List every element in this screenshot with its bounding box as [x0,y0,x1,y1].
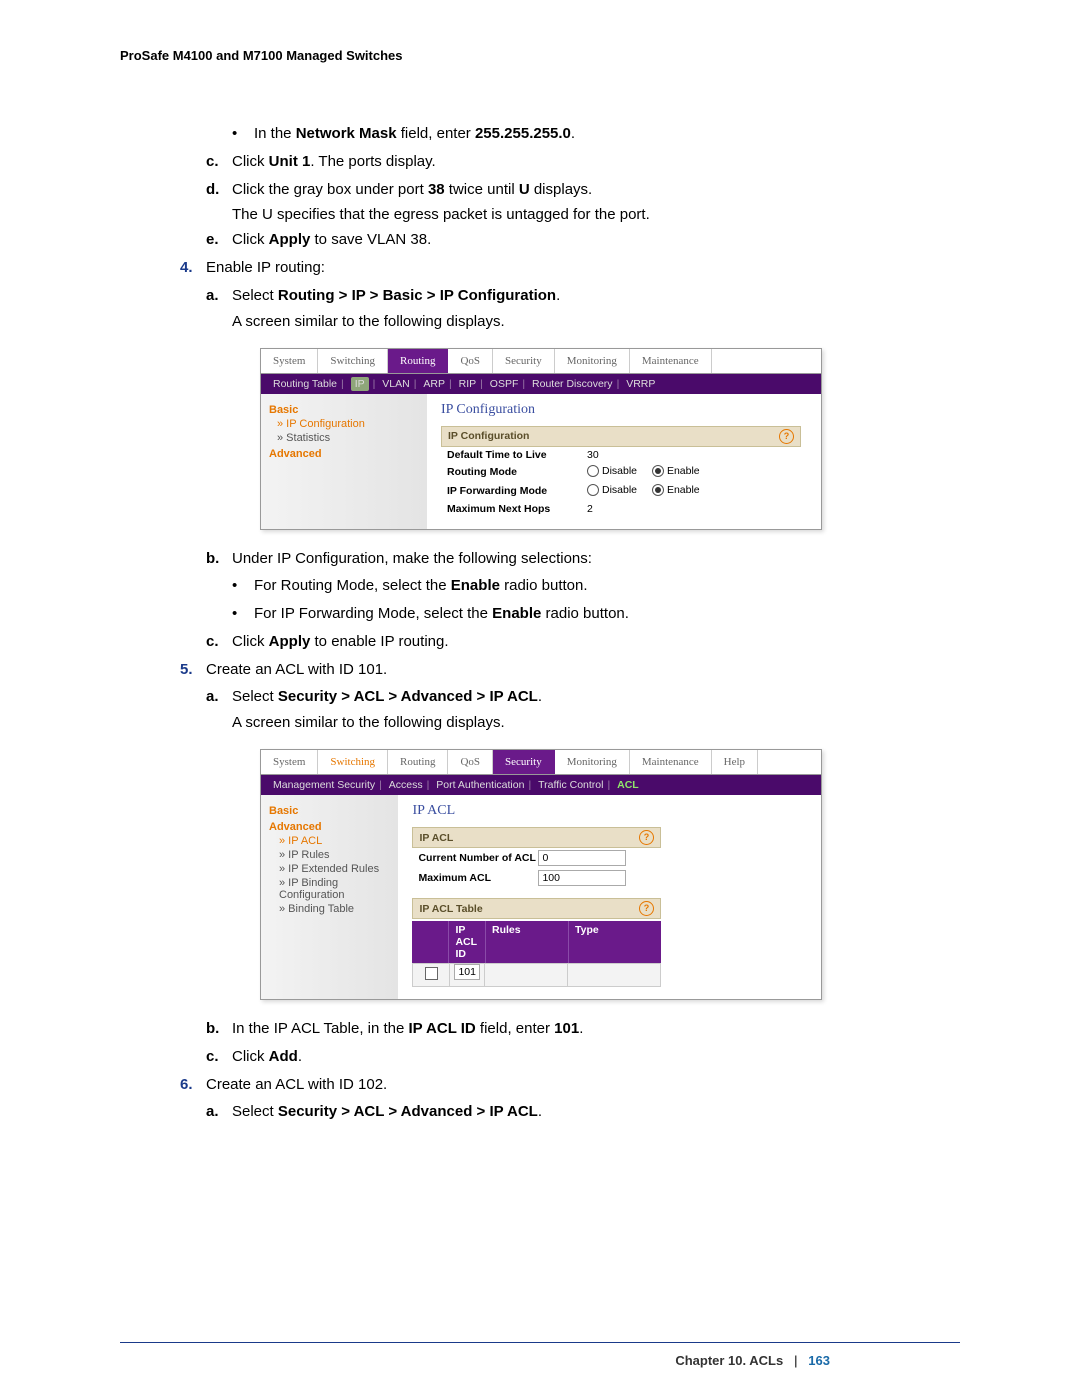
text: Click the gray box under port 38 twice u… [232,181,592,198]
th-type: Type [569,921,661,963]
tab-system[interactable]: System [261,750,318,774]
text: Click Apply to save VLAN 38. [232,231,431,248]
sidebar-basic[interactable]: Basic [269,404,419,416]
text: Create an ACL with ID 101. [206,661,387,678]
subtab-ip[interactable]: IP [351,377,369,391]
subtab-arp[interactable]: ARP [423,378,445,390]
text: Select Routing > IP > Basic > IP Configu… [232,287,560,304]
tab-qos[interactable]: QoS [448,349,493,373]
text: A screen similar to the following displa… [232,313,960,330]
sidebar-advanced[interactable]: Advanced [269,448,419,460]
sidebar-statistics[interactable]: » Statistics [277,432,419,444]
text: Create an ACL with ID 102. [206,1076,387,1093]
page-header: ProSafe M4100 and M7100 Managed Switches [120,48,960,63]
ttl-value: 30 [587,449,815,461]
subtab-acl[interactable]: ACL [617,779,639,791]
sidebar-ip-binding-config[interactable]: » IP Binding Configuration [279,877,390,901]
th-ip-acl-id: IP ACL ID [449,921,486,963]
tab-maintenance[interactable]: Maintenance [630,750,712,774]
tab-qos[interactable]: QoS [448,750,493,774]
section-label: IP ACL Table [419,903,482,915]
tab-switching[interactable]: Switching [318,349,388,373]
routing-disable-radio[interactable]: Disable [587,465,637,477]
panel-title: IP ACL [412,803,821,819]
tab-monitoring[interactable]: Monitoring [555,349,630,373]
page-footer: Chapter 10. ACLs | 163 [120,1342,960,1368]
subtab-routing-table[interactable]: Routing Table [273,378,337,390]
text: Under IP Configuration, make the followi… [232,550,592,567]
sidebar-advanced[interactable]: Advanced [269,821,390,833]
routing-mode-label: Routing Mode [447,466,587,478]
max-acl-input[interactable]: 100 [538,870,626,886]
routing-enable-radio[interactable]: Enable [652,465,700,477]
help-icon[interactable]: ? [639,901,654,916]
text: A screen similar to the following displa… [232,714,960,731]
subtab-router-discovery[interactable]: Router Discovery [532,378,613,390]
subtab-vrrp[interactable]: VRRP [626,378,655,390]
sidebar-basic[interactable]: Basic [269,805,390,817]
fwd-enable-radio[interactable]: Enable [652,484,700,496]
hops-value: 2 [587,503,815,515]
ip-acl-id-input[interactable]: 101 [454,964,480,980]
max-acl-label: Maximum ACL [418,872,538,884]
subtab-rip[interactable]: RIP [459,378,477,390]
hops-label: Maximum Next Hops [447,503,587,515]
sidebar-ip-extended-rules[interactable]: » IP Extended Rules [279,863,390,875]
panel-title: IP Configuration [441,402,821,418]
text: For Routing Mode, select the Enable radi… [254,577,588,594]
sidebar-ip-rules[interactable]: » IP Rules [279,849,390,861]
tab-switching[interactable]: Switching [318,750,388,774]
th-rules: Rules [486,921,569,963]
fwd-mode-label: IP Forwarding Mode [447,485,587,497]
section-label: IP ACL [419,832,453,844]
subtab-ospf[interactable]: OSPF [490,378,519,390]
subtab-access[interactable]: Access [389,779,423,791]
help-icon[interactable]: ? [639,830,654,845]
current-acl-label: Current Number of ACL [418,852,538,864]
tab-routing[interactable]: Routing [388,349,448,373]
text: Click Unit 1. The ports display. [232,153,436,170]
row-checkbox[interactable] [425,967,438,980]
subtab-traffic-control[interactable]: Traffic Control [538,779,603,791]
tab-maintenance[interactable]: Maintenance [630,349,712,373]
text: Select Security > ACL > Advanced > IP AC… [232,1103,542,1120]
tab-routing[interactable]: Routing [388,750,448,774]
subtab-mgmt-security[interactable]: Management Security [273,779,375,791]
tab-security[interactable]: Security [493,750,555,774]
tab-security[interactable]: Security [493,349,555,373]
screenshot-ip-configuration: System Switching Routing QoS Security Mo… [260,348,822,530]
section-label: IP Configuration [448,430,529,442]
text: The U specifies that the egress packet i… [232,206,960,223]
text: Enable IP routing: [206,259,325,276]
text: For IP Forwarding Mode, select the Enabl… [254,605,629,622]
subtab-vlan[interactable]: VLAN [382,378,409,390]
fwd-disable-radio[interactable]: Disable [587,484,637,496]
sidebar-ip-configuration[interactable]: » IP Configuration [277,418,419,430]
current-acl-input[interactable]: 0 [538,850,626,866]
tab-system[interactable]: System [261,349,318,373]
sidebar-binding-table[interactable]: » Binding Table [279,903,390,915]
subtab-port-auth[interactable]: Port Authentication [436,779,524,791]
text: Click Apply to enable IP routing. [232,633,449,650]
text: Click Add. [232,1048,302,1065]
content-body: • In the Network Mask field, enter 255.2… [180,123,960,1123]
text: In the Network Mask field, enter 255.255… [254,125,575,142]
text: In the IP ACL Table, in the IP ACL ID fi… [232,1020,583,1037]
text: Select Security > ACL > Advanced > IP AC… [232,688,542,705]
tab-help[interactable]: Help [712,750,758,774]
ttl-label: Default Time to Live [447,449,587,461]
tab-monitoring[interactable]: Monitoring [555,750,630,774]
sidebar-ip-acl[interactable]: » IP ACL [279,835,390,847]
help-icon[interactable]: ? [779,429,794,444]
screenshot-ip-acl: System Switching Routing QoS Security Mo… [260,749,822,1000]
